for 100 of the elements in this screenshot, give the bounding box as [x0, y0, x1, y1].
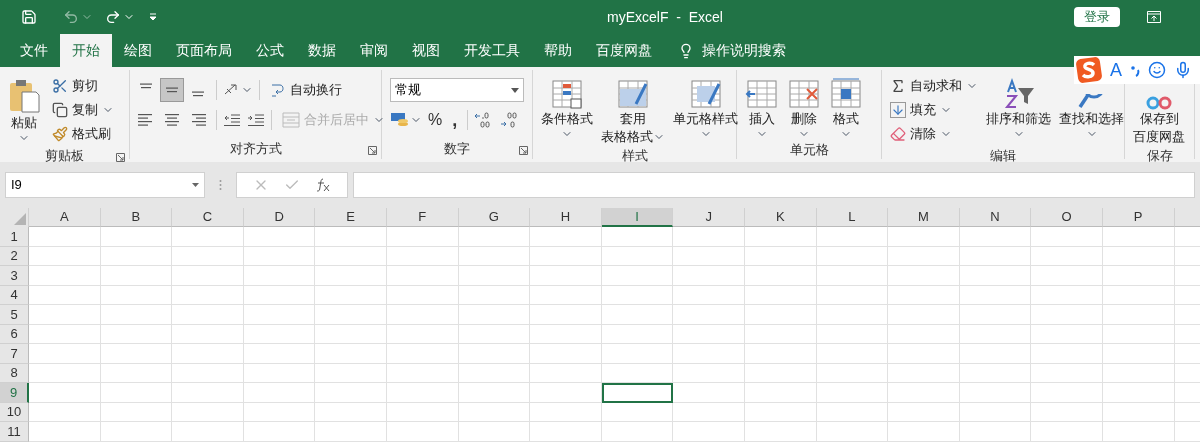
ribbon-button[interactable]: 条件格式: [537, 74, 597, 140]
save-icon[interactable]: [21, 9, 37, 25]
column-header[interactable]: K: [744, 208, 817, 227]
tell-me-search[interactable]: 操作说明搜索: [702, 40, 786, 61]
ribbon-tab[interactable]: 数据: [296, 34, 348, 67]
row-header[interactable]: 7: [0, 344, 29, 364]
grid-cell: [888, 305, 960, 325]
outdent-button[interactable]: [223, 112, 241, 128]
ribbon-button[interactable]: 自动换行: [266, 78, 346, 102]
ribbon-button[interactable]: 套用 表格格式: [597, 74, 669, 146]
column-header[interactable]: M: [888, 208, 960, 227]
ribbon-button[interactable]: 排序和筛选: [982, 74, 1055, 140]
login-button[interactable]: 登录: [1074, 7, 1120, 27]
ribbon-button[interactable]: 自动求和: [886, 74, 982, 98]
emoji-icon[interactable]: [1148, 61, 1166, 79]
money-icon: [390, 111, 410, 129]
ribbon-button[interactable]: 复制: [48, 98, 118, 122]
paste-button[interactable]: 粘贴: [4, 74, 44, 144]
comma-button[interactable]: ,: [448, 111, 462, 129]
column-header[interactable]: C: [172, 208, 244, 227]
number-format-dropdown[interactable]: 常规: [390, 78, 524, 102]
grid-cell: [29, 246, 101, 266]
ribbon-button[interactable]: 查找和选择: [1055, 88, 1128, 140]
ribbon-tab[interactable]: 视图: [400, 34, 452, 67]
copy-icon: [52, 102, 68, 118]
punctuation-icon[interactable]: [1130, 63, 1140, 77]
ribbon-tab[interactable]: 页面布局: [164, 34, 244, 67]
column-header[interactable]: G: [458, 208, 531, 227]
ribbon-tab[interactable]: 开发工具: [452, 34, 532, 67]
grip-icon: [219, 179, 222, 191]
ribbon-tab[interactable]: 文件: [8, 34, 60, 67]
formula-input[interactable]: [353, 172, 1195, 198]
group-label: 数字: [444, 140, 470, 159]
grid-cell: [673, 227, 745, 247]
row-header[interactable]: 5: [0, 305, 29, 325]
column-header[interactable]: D: [243, 208, 316, 227]
sigma-icon: [890, 78, 906, 94]
ribbon-tab[interactable]: 帮助: [532, 34, 584, 67]
align-icon: [165, 87, 179, 93]
cell-style-brush-icon: [688, 78, 723, 110]
accounting-button[interactable]: [390, 111, 422, 129]
dialog-launcher-icon[interactable]: [519, 146, 528, 155]
row-header[interactable]: 3: [0, 266, 29, 286]
grid-cell: [315, 227, 387, 247]
ribbon-button[interactable]: 清除: [886, 122, 982, 146]
ribbon-button[interactable]: 格式刷: [48, 122, 118, 146]
grid-cell: [315, 344, 387, 364]
input-mode-indicator[interactable]: A: [1110, 56, 1122, 84]
ribbon-button[interactable]: 格式: [825, 74, 867, 140]
ribbon-display-icon[interactable]: [1147, 11, 1161, 23]
column-header[interactable]: E: [315, 208, 387, 227]
column-header[interactable]: A: [29, 208, 101, 227]
dialog-launcher-icon[interactable]: [368, 146, 377, 155]
ribbon-button[interactable]: 删除: [783, 74, 825, 140]
grid-cell: [29, 305, 101, 325]
table-brush-icon: [616, 78, 650, 110]
function-icon[interactable]: [315, 178, 332, 192]
dialog-launcher-icon[interactable]: [116, 152, 125, 162]
grid-cell: [172, 363, 244, 383]
grid-cell: [315, 422, 387, 442]
column-header[interactable]: L: [816, 208, 889, 227]
ribbon-tab[interactable]: 公式: [244, 34, 296, 67]
indent-button[interactable]: [247, 112, 265, 128]
grid-cell: [888, 246, 960, 266]
grid-cell: [1031, 422, 1103, 442]
column-header[interactable]: H: [530, 208, 602, 227]
column-header[interactable]: I: [601, 208, 674, 227]
align-icon: [137, 112, 155, 128]
column-header[interactable]: O: [1031, 208, 1103, 227]
redo-icon[interactable]: [105, 9, 121, 25]
ribbon-button[interactable]: 单元格样式: [669, 74, 742, 140]
ribbon-tab[interactable]: 开始: [60, 34, 112, 67]
grid-cell: [29, 402, 101, 422]
ime-logo-icon[interactable]: [1076, 57, 1102, 83]
name-box[interactable]: I9: [5, 172, 205, 198]
grid-cell: [530, 285, 602, 305]
ribbon-button[interactable]: 填充: [886, 98, 982, 122]
grid-cell: [888, 266, 960, 286]
column-header[interactable]: J: [673, 208, 745, 227]
column-header[interactable]: N: [959, 208, 1032, 227]
group-label: 保存: [1146, 147, 1173, 165]
microphone-icon[interactable]: [1174, 61, 1192, 79]
row-header[interactable]: 1: [0, 227, 29, 247]
percent-button[interactable]: %: [428, 108, 443, 132]
customize-icon[interactable]: [149, 13, 157, 21]
row-header[interactable]: 9: [0, 383, 29, 403]
column-header[interactable]: B: [100, 208, 173, 227]
selected-cell[interactable]: [601, 383, 674, 403]
row-header[interactable]: 11: [0, 422, 29, 442]
ribbon-tab[interactable]: 百度网盘: [584, 34, 664, 67]
grid-cell: [1031, 246, 1103, 266]
grid-cell: [315, 305, 387, 325]
column-header[interactable]: F: [386, 208, 459, 227]
ribbon-button[interactable]: 保存到 百度网盘: [1129, 88, 1189, 146]
column-header[interactable]: P: [1102, 208, 1175, 227]
ribbon-tab[interactable]: 绘图: [112, 34, 164, 67]
ribbon-button[interactable]: 插入: [741, 74, 783, 140]
ribbon-tab[interactable]: 审阅: [348, 34, 400, 67]
grid-cell: [29, 344, 101, 364]
ribbon-button[interactable]: 剪切: [48, 74, 118, 98]
